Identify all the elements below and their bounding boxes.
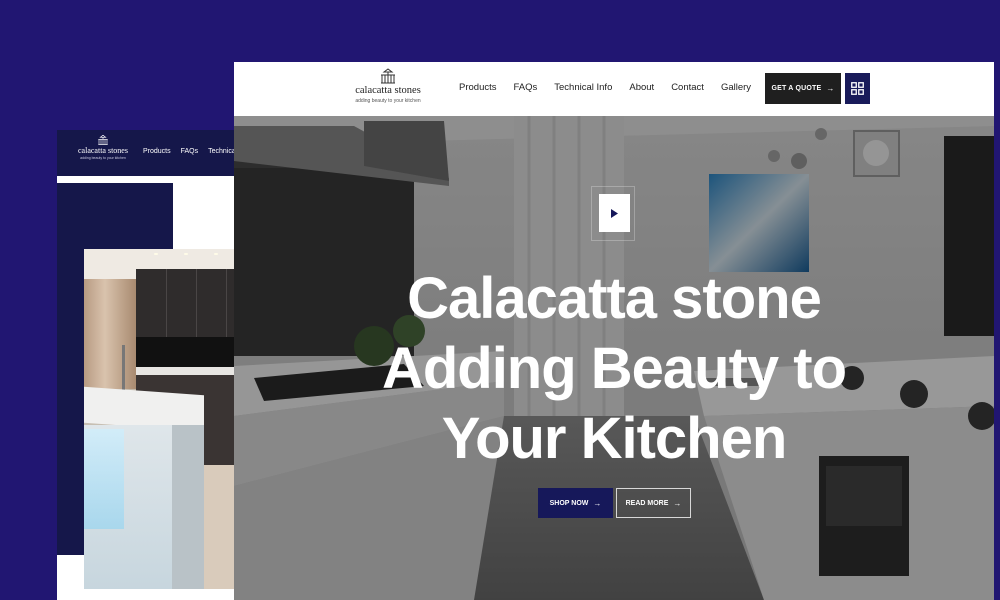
- hero-title-line-3: Your Kitchen: [441, 406, 788, 471]
- read-more-label: READ MORE: [625, 499, 669, 507]
- hero-title-line-2: Adding Beauty to: [381, 336, 847, 401]
- menu-grid-button[interactable]: [845, 73, 870, 104]
- kitchen-photo: [84, 249, 257, 589]
- shop-now-button[interactable]: SHOP NOW →: [538, 488, 613, 518]
- arrow-right-icon: →: [826, 84, 835, 93]
- nav-item-about[interactable]: About: [629, 82, 654, 93]
- secondary-nav-item-faqs[interactable]: FAQs: [181, 148, 199, 155]
- building-logo-icon: [381, 68, 395, 84]
- shop-now-label: SHOP NOW: [549, 499, 589, 507]
- nav-item-faqs[interactable]: FAQs: [514, 82, 538, 93]
- get-a-quote-label: GET A QUOTE: [771, 85, 822, 92]
- nav-item-contact[interactable]: Contact: [671, 82, 704, 93]
- brand-name: calacatta stones: [355, 85, 421, 96]
- brand-tagline: adding beauty to your kitchen: [355, 98, 421, 104]
- hero-title-line-1: Calacatta stone: [407, 266, 822, 331]
- get-a-quote-button[interactable]: GET A QUOTE →: [765, 73, 841, 104]
- hero-title: Calacatta stone Adding Beauty to Your Ki…: [364, 264, 864, 474]
- secondary-nav-item-products[interactable]: Products: [143, 148, 171, 155]
- nav-item-technical-info[interactable]: Technical Info: [554, 82, 612, 93]
- site-logo[interactable]: calacatta stones adding beauty to your k…: [354, 68, 422, 105]
- site-header: calacatta stones adding beauty to your k…: [234, 62, 994, 116]
- secondary-header: calacatta stones adding beauty to your k…: [57, 130, 257, 176]
- arrow-right-icon: →: [673, 498, 682, 508]
- hero-section: Calacatta stone Adding Beauty to Your Ki…: [234, 116, 994, 600]
- play-video-button[interactable]: [599, 194, 630, 232]
- main-page-preview: calacatta stones adding beauty to your k…: [234, 62, 994, 600]
- play-icon: [610, 208, 618, 218]
- secondary-brand-tagline: adding beauty to your kitchen: [80, 156, 126, 160]
- arrow-right-icon: →: [593, 498, 602, 508]
- secondary-logo[interactable]: calacatta stones adding beauty to your k…: [75, 134, 131, 161]
- secondary-brand-name: calacatta stones: [78, 146, 128, 155]
- building-logo-icon: [98, 134, 108, 145]
- grid-icon: [851, 82, 864, 95]
- read-more-button[interactable]: READ MORE →: [616, 488, 691, 518]
- secondary-page-preview: calacatta stones adding beauty to your k…: [57, 130, 257, 600]
- nav-item-products[interactable]: Products: [459, 82, 497, 93]
- nav-item-gallery[interactable]: Gallery: [721, 82, 751, 93]
- main-nav: Products FAQs Technical Info About Conta…: [459, 82, 768, 93]
